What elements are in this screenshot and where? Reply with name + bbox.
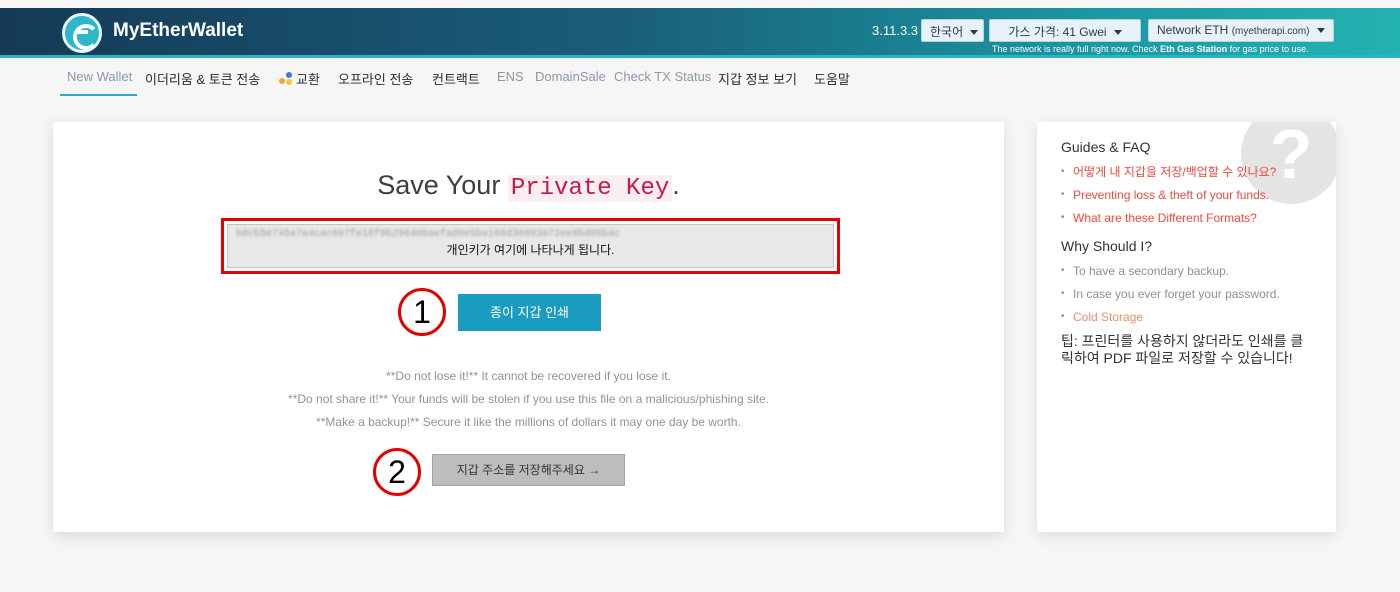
warning-make-backup: **Make a backup!** Secure it like the mi… — [316, 415, 741, 429]
guides-list: 어떻게 내 지갑을 저장/백업할 수 있나요? Preventing loss … — [1061, 164, 1276, 233]
save-wallet-address-button[interactable]: 지갑 주소를 저장해주세요 → — [432, 454, 625, 486]
tab-domainsale[interactable]: DomainSale — [535, 69, 606, 84]
network-label: Network ETH — [1157, 23, 1229, 37]
tab-check-tx-status[interactable]: Check TX Status — [614, 69, 711, 84]
chevron-down-icon — [1113, 30, 1122, 36]
network-dropdown[interactable]: Network ETH (myetherapi.com) — [1148, 19, 1334, 42]
notice-text-end: for gas price to use. — [1229, 44, 1309, 54]
eth-gas-station-link[interactable]: Eth Gas Station — [1160, 44, 1227, 54]
warning-do-not-share: **Do not share it!** Your funds will be … — [288, 392, 769, 406]
title-code: Private Key — [507, 175, 673, 202]
brand-name[interactable]: MyEtherWallet — [113, 20, 243, 42]
guide-link-formats[interactable]: What are these Different Formats? — [1061, 210, 1276, 233]
active-tab-underline — [60, 94, 137, 96]
top-header: MyEtherWallet 3.11.3.3 한국어 가스 가격: 41 Gwe… — [0, 8, 1400, 58]
tab-offline-transaction[interactable]: 오프라인 전송 — [338, 69, 413, 88]
step-marker-2: 2 — [373, 448, 421, 496]
private-key-textarea[interactable]: b8cb5e745a7a4cac697fe18f9b29640baefad0e5… — [227, 224, 834, 268]
tab-send-ether-tokens[interactable]: 이더리움 & 토큰 전송 — [145, 69, 260, 88]
tab-contracts[interactable]: 컨트랙트 — [432, 69, 480, 88]
title-period: . — [672, 170, 680, 200]
title-text: Save Your — [377, 170, 501, 200]
notice-text: The network is really full right now. Ch… — [992, 44, 1158, 54]
why-link-cold-storage[interactable]: Cold Storage — [1061, 309, 1280, 332]
tab-help[interactable]: 도움말 — [814, 69, 850, 88]
tab-ens[interactable]: ENS — [497, 69, 524, 84]
private-key-value: b8cb5e745a7a4cac697fe18f9b29640baefad0e5… — [236, 229, 621, 240]
why-list: To have a secondary backup. In case you … — [1061, 263, 1280, 332]
tab-swap-label: 교환 — [296, 72, 320, 87]
tab-swap[interactable]: 교환 — [279, 69, 320, 88]
why-item-forget-password: In case you ever forget your password. — [1061, 286, 1280, 309]
why-item-secondary-backup: To have a secondary backup. — [1061, 263, 1280, 286]
language-dropdown[interactable]: 한국어 — [921, 19, 984, 42]
chevron-down-icon — [970, 30, 979, 36]
page: MyEtherWallet 3.11.3.3 한국어 가스 가격: 41 Gwe… — [0, 0, 1400, 592]
main-nav: New Wallet 이더리움 & 토큰 전송 교환 오프라인 전송 컨트랙트 … — [0, 61, 1400, 97]
page-title: Save Your Private Key. — [53, 170, 1004, 202]
network-node-label: (myetherapi.com) — [1231, 26, 1310, 37]
private-key-caption: 개인키가 여기에 나타나게 됩니다. — [446, 243, 615, 257]
warning-do-not-lose: **Do not lose it!** It cannot be recover… — [386, 369, 671, 383]
why-title: Why Should I? — [1061, 238, 1153, 254]
language-label: 한국어 — [930, 25, 964, 39]
print-paper-wallet-button[interactable]: 종이 지갑 인쇄 — [458, 294, 601, 331]
guide-link-backup[interactable]: 어떻게 내 지갑을 저장/백업할 수 있나요? — [1061, 164, 1276, 187]
save-private-key-card: Save Your Private Key. b8cb5e745a7a4cac6… — [53, 122, 1004, 532]
myetherwallet-logo-icon[interactable] — [62, 13, 102, 53]
guide-link-prevent-loss[interactable]: Preventing loss & theft of your funds. — [1061, 187, 1276, 210]
sidebar: ? Guides & FAQ 어떻게 내 지갑을 저장/백업할 수 있나요? P… — [1037, 122, 1336, 532]
private-key-highlight: b8cb5e745a7a4cac697fe18f9b29640baefad0e5… — [221, 218, 840, 274]
network-notice: The network is really full right now. Ch… — [992, 44, 1309, 54]
step-marker-1: 1 — [398, 288, 446, 336]
tab-new-wallet[interactable]: New Wallet — [67, 69, 132, 84]
gas-price-dropdown[interactable]: 가스 가격: 41 Gwei — [989, 19, 1141, 42]
gas-price-label: 가스 가격: 41 Gwei — [1008, 25, 1107, 39]
swap-icon — [279, 72, 293, 85]
print-tip: 팁: 프린터를 사용하지 않더라도 인쇄를 클릭하여 PDF 파일로 저장할 수… — [1061, 333, 1304, 366]
chevron-down-icon — [1316, 28, 1325, 34]
guides-title: Guides & FAQ — [1061, 139, 1151, 155]
version-label: 3.11.3.3 — [872, 23, 919, 38]
tab-view-wallet-info[interactable]: 지갑 정보 보기 — [718, 69, 797, 88]
